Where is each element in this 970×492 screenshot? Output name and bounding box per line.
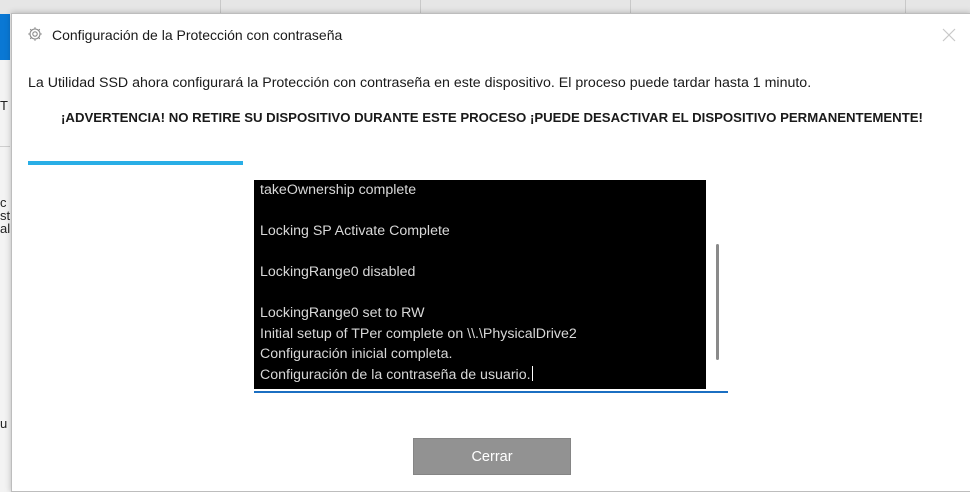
progress-bar-fill	[28, 161, 243, 165]
background-accent-bar	[0, 14, 10, 60]
log-lines: takeOwnership complete Locking SP Activat…	[260, 180, 577, 385]
log-line: Configuración inicial completa.	[260, 346, 453, 362]
dialog-titlebar: Configuración de la Protección con contr…	[12, 14, 970, 56]
close-icon[interactable]	[938, 24, 960, 46]
desktop: T c st al u Configuración de la Protecci…	[0, 0, 970, 492]
log-line: LockingRange0 set to RW	[260, 305, 425, 321]
background-divider	[0, 146, 10, 147]
log-scrollbar-thumb[interactable]	[716, 244, 719, 360]
log-line	[260, 283, 577, 304]
log-line: takeOwnership complete	[260, 182, 417, 198]
password-protection-dialog: Configuración de la Protección con contr…	[11, 13, 970, 492]
log-line	[260, 242, 577, 263]
log-line: Initial setup of TPer complete on \\.\Ph…	[260, 325, 577, 342]
background-text-fragment: st	[0, 210, 10, 222]
log-output-area[interactable]: takeOwnership complete Locking SP Activat…	[254, 180, 728, 393]
text-caret	[531, 365, 533, 381]
log-line	[260, 201, 577, 222]
log-line: Configuración de la contraseña de usuari…	[260, 365, 533, 383]
log-scrollbar[interactable]	[706, 180, 728, 389]
close-button[interactable]: Cerrar	[413, 438, 571, 475]
log-output-console[interactable]: takeOwnership complete Locking SP Activat…	[254, 180, 706, 389]
log-line: Locking SP Activate Complete	[260, 223, 450, 239]
log-line: LockingRange0 disabled	[260, 264, 416, 280]
dialog-title: Configuración de la Protección con contr…	[52, 27, 343, 43]
background-text-fragment: al	[0, 223, 10, 235]
background-window-topbar	[0, 0, 970, 14]
gear-icon	[27, 26, 43, 42]
background-text-fragment: c	[0, 197, 7, 209]
background-text-fragment: T	[0, 100, 8, 112]
progress-bar	[28, 161, 243, 165]
background-text-fragment: u	[0, 418, 8, 430]
intro-message: La Utilidad SSD ahora configurará la Pro…	[28, 75, 812, 91]
warning-message: ¡ADVERTENCIA! NO RETIRE SU DISPOSITIVO D…	[61, 110, 923, 125]
